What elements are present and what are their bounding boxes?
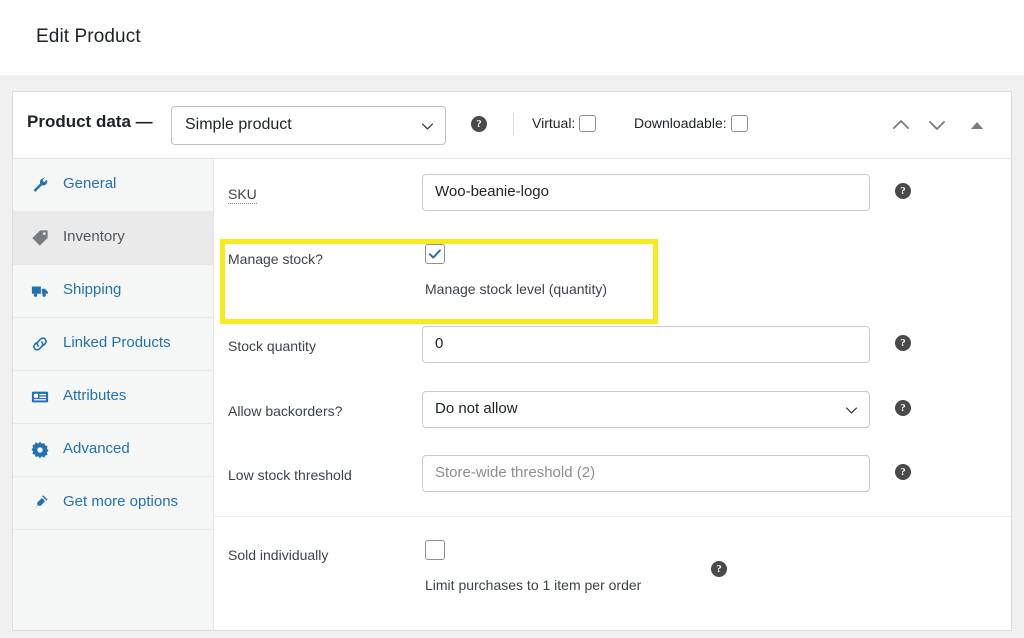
tab-general-label: General: [63, 175, 117, 192]
wrench-icon: [31, 176, 49, 194]
link-icon: [31, 335, 49, 353]
product-data-tabs: General Inventory Shipping Linked Produc…: [13, 159, 214, 630]
backorders-help-icon[interactable]: ?: [895, 400, 911, 416]
stock-quantity-help-icon[interactable]: ?: [895, 335, 911, 351]
toggle-panel-icon[interactable]: [965, 113, 989, 137]
downloadable-label: Downloadable:: [634, 115, 727, 131]
product-type-select[interactable]: Simple product: [171, 106, 446, 145]
gear-icon: [31, 441, 49, 459]
stock-quantity-label: Stock quantity: [228, 338, 316, 354]
sku-label[interactable]: SKU: [228, 186, 257, 204]
sold-individually-checkbox[interactable]: [425, 540, 445, 560]
product-data-label: Product data —: [27, 112, 153, 131]
metabox-controls: [889, 113, 999, 137]
sku-input[interactable]: Woo-beanie-logo: [422, 174, 870, 211]
low-stock-threshold-help-icon[interactable]: ?: [895, 464, 911, 480]
product-data-metabox: Product data — Simple product ? Virtual:…: [12, 91, 1012, 631]
stock-quantity-input[interactable]: 0: [422, 326, 870, 363]
stock-quantity-value: 0: [435, 335, 444, 352]
tab-general[interactable]: General: [13, 159, 213, 212]
low-stock-threshold-placeholder: Store-wide threshold (2): [435, 464, 596, 481]
backorders-select[interactable]: Do not allow: [422, 391, 870, 428]
low-stock-threshold-input[interactable]: Store-wide threshold (2): [422, 455, 870, 492]
tab-inventory[interactable]: Inventory: [13, 212, 213, 265]
product-type-value: Simple product: [185, 116, 292, 133]
page-header: Edit Product: [0, 0, 1024, 75]
header-divider: [513, 113, 514, 135]
card-icon: [31, 388, 49, 406]
backorders-value: Do not allow: [435, 400, 518, 417]
tab-linked-products[interactable]: Linked Products: [13, 318, 213, 371]
sold-individually-label: Sold individually: [228, 547, 329, 563]
tab-shipping[interactable]: Shipping: [13, 265, 213, 318]
tab-get-more-options-label: Get more options: [63, 493, 179, 510]
sku-help-icon[interactable]: ?: [895, 183, 911, 199]
truck-icon: [31, 282, 49, 300]
tab-advanced[interactable]: Advanced: [13, 424, 213, 477]
sku-value: Woo-beanie-logo: [435, 183, 549, 200]
manage-stock-label: Manage stock?: [228, 251, 323, 267]
sold-individually-help-icon[interactable]: ?: [711, 561, 727, 577]
chevron-down-icon: [421, 120, 434, 133]
manage-stock-checkbox[interactable]: [425, 244, 445, 264]
inventory-panel: SKU Woo-beanie-logo ? Manage stock? Mana…: [214, 159, 1011, 630]
metabox-header: Product data — Simple product ? Virtual:…: [13, 92, 1011, 159]
virtual-checkbox[interactable]: [579, 115, 597, 132]
virtual-field[interactable]: Virtual:: [532, 115, 597, 132]
product-type-help-icon[interactable]: ?: [471, 116, 487, 132]
metabox-body: General Inventory Shipping Linked Produc…: [13, 159, 1011, 630]
tag-icon: [31, 229, 49, 247]
low-stock-threshold-label: Low stock threshold: [228, 467, 352, 483]
tab-linked-products-label: Linked Products: [63, 334, 171, 351]
tab-attributes[interactable]: Attributes: [13, 371, 213, 424]
chevron-down-icon: [845, 404, 858, 417]
backorders-label: Allow backorders?: [228, 403, 343, 419]
section-divider: [214, 516, 1011, 517]
tab-advanced-label: Advanced: [63, 440, 130, 457]
move-up-icon[interactable]: [889, 113, 913, 137]
virtual-label: Virtual:: [532, 115, 576, 131]
tab-get-more-options[interactable]: Get more options: [13, 477, 213, 530]
tab-inventory-label: Inventory: [63, 228, 125, 245]
move-down-icon[interactable]: [925, 113, 949, 137]
tab-attributes-label: Attributes: [63, 387, 127, 404]
manage-stock-description: Manage stock level (quantity): [425, 281, 608, 297]
plug-icon: [31, 494, 49, 512]
sold-individually-description: Limit purchases to 1 item per order: [425, 577, 642, 593]
tab-shipping-label: Shipping: [63, 281, 122, 298]
downloadable-field[interactable]: Downloadable:: [634, 115, 748, 132]
downloadable-checkbox[interactable]: [730, 115, 748, 132]
page-title: Edit Product: [36, 26, 141, 47]
